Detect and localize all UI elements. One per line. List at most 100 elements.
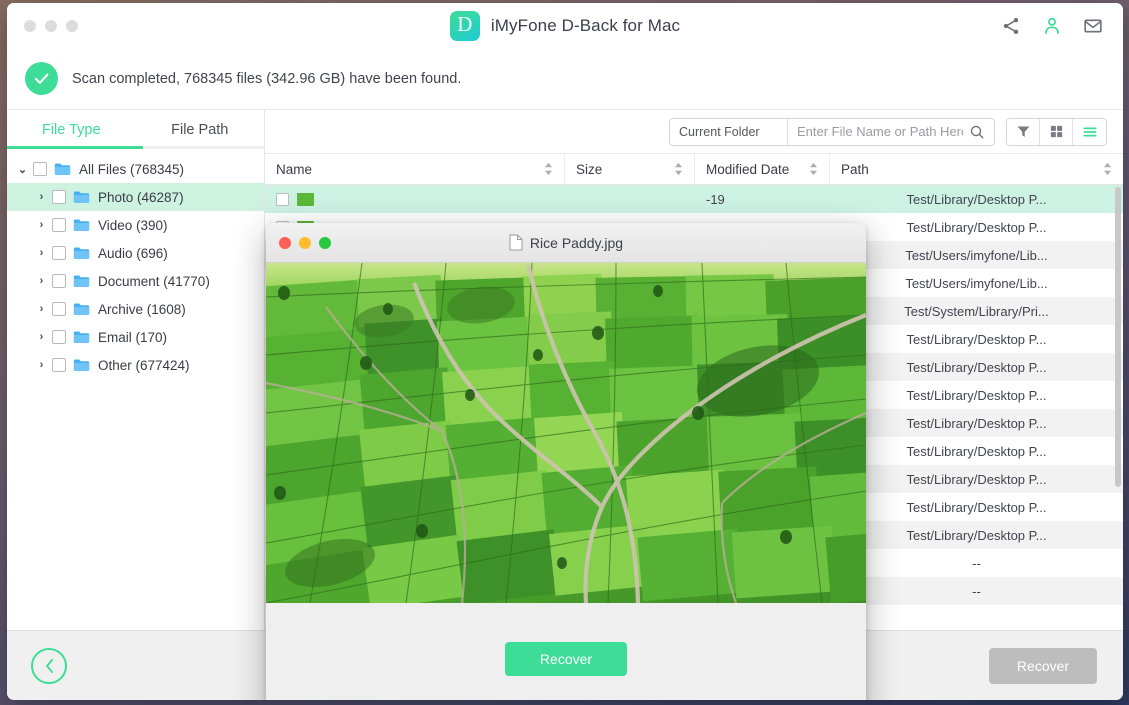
cell-path: Test/Users/imyfone/Lib... — [905, 247, 1048, 263]
tree-item-checkbox[interactable] — [52, 302, 66, 316]
preview-recover-button[interactable]: Recover — [505, 642, 627, 676]
cell-name — [265, 192, 565, 206]
folder-select[interactable]: Current Folder — [670, 118, 788, 145]
preview-minimize-button[interactable] — [299, 236, 311, 249]
cell-path: -- — [972, 583, 981, 599]
column-header-name[interactable]: Name — [265, 154, 565, 184]
recover-button[interactable]: Recover — [989, 647, 1097, 684]
tree-item[interactable]: › Video (390) — [7, 211, 264, 239]
preview-titlebar: Rice Paddy.jpg — [266, 223, 866, 263]
tree-item[interactable]: › Document (41770) — [7, 267, 264, 295]
column-header-modified-date-label: Modified Date — [706, 161, 790, 177]
column-header-size[interactable]: Size — [565, 154, 695, 184]
tree-item[interactable]: › Email (170) — [7, 323, 264, 351]
tree-item-label: Video (390) — [98, 217, 168, 233]
cell-modified-date: -19 — [706, 191, 725, 207]
tree-item[interactable]: › Archive (1608) — [7, 295, 264, 323]
preview-traffic-lights[interactable] — [279, 236, 331, 249]
column-header-path[interactable]: Path — [830, 154, 1123, 184]
chevron-right-icon[interactable]: › — [34, 303, 49, 315]
search-input[interactable] — [797, 124, 963, 139]
row-checkbox[interactable] — [276, 192, 289, 206]
app-window: D iMyFone D-Back for Mac Scan completed,… — [7, 3, 1123, 700]
tree-item-label: Archive (1608) — [98, 301, 186, 317]
account-icon[interactable] — [1042, 16, 1062, 36]
tree-item-checkbox[interactable] — [52, 330, 66, 344]
search-group: Current Folder — [669, 117, 995, 146]
folder-icon — [73, 331, 90, 343]
tree-item-checkbox[interactable] — [52, 218, 66, 232]
column-header-modified-date[interactable]: Modified Date — [695, 154, 830, 184]
scan-status-bar: Scan completed, 768345 files (342.96 GB)… — [7, 48, 1123, 110]
chevron-right-icon[interactable]: › — [34, 247, 49, 259]
tree-item-label: Email (170) — [98, 329, 168, 345]
chevron-right-icon[interactable]: › — [34, 331, 49, 343]
chevron-right-icon[interactable]: › — [34, 275, 49, 287]
cell-path: Test/Library/Desktop P... — [906, 331, 1047, 347]
preview-file-name: Rice Paddy.jpg — [529, 234, 624, 251]
tree-item-checkbox[interactable] — [52, 190, 66, 204]
chevron-down-icon[interactable]: ⌄ — [15, 163, 30, 176]
app-title-group: D iMyFone D-Back for Mac — [7, 10, 1123, 41]
close-button[interactable] — [24, 19, 36, 32]
tree-item[interactable]: › Photo (46287) — [7, 183, 264, 211]
minimize-button[interactable] — [45, 19, 57, 32]
window-traffic-lights[interactable] — [24, 19, 78, 32]
rice-paddy-photo — [266, 263, 866, 603]
folder-icon — [73, 359, 90, 371]
search-field — [788, 119, 994, 145]
document-icon — [509, 234, 523, 251]
list-view-button[interactable] — [1073, 118, 1106, 145]
tree-item-checkbox[interactable] — [52, 246, 66, 260]
chevron-right-icon[interactable]: › — [34, 191, 49, 203]
folder-icon — [73, 275, 90, 287]
titlebar: D iMyFone D-Back for Mac — [7, 3, 1123, 48]
tree-item-checkbox[interactable] — [52, 358, 66, 372]
titlebar-actions — [1001, 16, 1103, 36]
sort-icon — [810, 162, 817, 176]
mail-icon[interactable] — [1083, 16, 1103, 36]
chevron-right-icon[interactable]: › — [34, 219, 49, 231]
cell-path: Test/Library/Desktop P... — [906, 499, 1047, 515]
tree-item[interactable]: ⌄ All Files (768345) — [7, 155, 264, 183]
preview-maximize-button[interactable] — [319, 236, 331, 249]
preview-footer: Recover — [266, 603, 866, 700]
table-row[interactable]: -19 Test/Library/Desktop P... — [265, 185, 1123, 213]
check-icon — [34, 73, 49, 84]
chevron-left-icon — [45, 658, 53, 673]
cell-path: Test/System/Library/Pri... — [904, 303, 1049, 319]
tree-item-checkbox[interactable] — [33, 162, 47, 176]
tree-item[interactable]: › Audio (696) — [7, 239, 264, 267]
tree-item-checkbox[interactable] — [52, 274, 66, 288]
chevron-right-icon[interactable]: › — [34, 359, 49, 371]
grid-view-button[interactable] — [1040, 118, 1073, 145]
tab-file-type[interactable]: File Type — [7, 110, 136, 149]
cell-path: Test/Library/Desktop P... — [906, 443, 1047, 459]
main-content: File Type File Path ⌄ All Files (768345) ›… — [7, 110, 1123, 700]
cell-path: Test/Library/Desktop P... — [906, 359, 1047, 375]
list-view-icon — [1082, 126, 1097, 137]
tree-item[interactable]: › Other (677424) — [7, 351, 264, 379]
folder-select-label: Current Folder — [679, 124, 760, 139]
preview-close-button[interactable] — [279, 236, 291, 249]
maximize-button[interactable] — [66, 19, 78, 32]
sort-icon — [1104, 162, 1111, 176]
folder-icon — [73, 303, 90, 315]
cell-path: Test/Library/Desktop P... — [906, 219, 1047, 235]
file-thumbnail — [297, 192, 314, 206]
folder-icon — [73, 219, 90, 231]
share-icon[interactable] — [1001, 16, 1021, 36]
column-header-size-label: Size — [576, 161, 603, 177]
table-header-row: Name Size Modified Date Path — [265, 153, 1123, 185]
column-header-name-label: Name — [276, 161, 313, 177]
back-button[interactable] — [31, 647, 67, 684]
cell-path: Test/Library/Desktop P... — [906, 387, 1047, 403]
filter-button[interactable] — [1007, 118, 1040, 145]
filter-icon — [1017, 126, 1029, 137]
tab-file-path[interactable]: File Path — [136, 110, 265, 149]
results-toolbar: Current Folder — [265, 110, 1123, 153]
tree-item-label: Document (41770) — [98, 273, 210, 289]
cell-path: Test/Library/Desktop P... — [906, 527, 1047, 543]
vertical-scrollbar[interactable] — [1115, 187, 1121, 487]
search-icon[interactable] — [969, 124, 985, 140]
